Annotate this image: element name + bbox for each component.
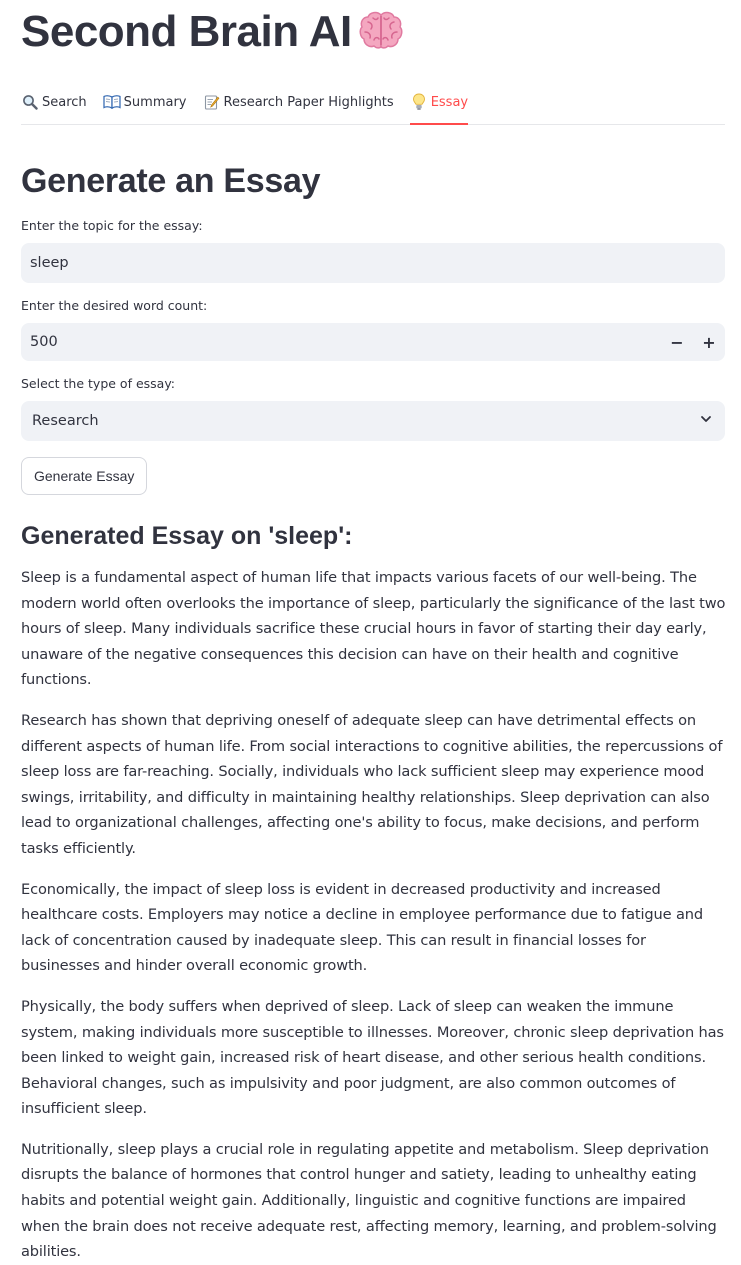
- tab-research-paper-highlights-label: Research Paper Highlights: [223, 94, 394, 110]
- generate-essay-button[interactable]: Generate Essay: [21, 457, 148, 495]
- open-book-icon: [103, 93, 121, 111]
- essay-paragraph: Nutritionally, sleep plays a crucial rol…: [21, 1140, 717, 1261]
- tab-summary-label: Summary: [123, 94, 187, 110]
- essay-paragraph: Sleep is a fundamental aspect of human l…: [21, 569, 726, 689]
- brain-icon: [358, 10, 404, 62]
- essay-heading: Generated Essay on 'sleep':: [21, 522, 353, 550]
- tab-essay[interactable]: Essay: [409, 80, 469, 125]
- magnifier-icon: [21, 93, 39, 111]
- decrement-button[interactable]: −: [661, 323, 693, 361]
- increment-button[interactable]: +: [693, 323, 725, 361]
- essay-type-value: Research: [32, 413, 99, 429]
- topic-input[interactable]: sleep: [21, 243, 725, 283]
- lightbulb-icon: [410, 93, 428, 111]
- word-count-stepper: 500 − +: [21, 323, 725, 361]
- essay-type-label: Select the type of essay:: [21, 376, 176, 391]
- chevron-down-icon: [699, 412, 713, 430]
- word-count-input[interactable]: 500: [21, 334, 661, 350]
- word-count-label: Enter the desired word count:: [21, 298, 208, 313]
- essay-paragraph: Physically, the body suffers when depriv…: [21, 997, 724, 1118]
- tab-summary[interactable]: Summary: [103, 80, 187, 124]
- essay-body: Sleep is a fundamental aspect of human l…: [21, 565, 729, 1265]
- essay-paragraph: Economically, the impact of sleep loss i…: [21, 880, 703, 975]
- essay-paragraph: Research has shown that depriving onesel…: [21, 711, 723, 857]
- essay-type-select[interactable]: Research: [21, 401, 725, 441]
- tab-bar: Search Summary Research Paper Highlights…: [21, 80, 725, 125]
- topic-input-value: sleep: [30, 255, 69, 271]
- tab-research-paper-highlights[interactable]: Research Paper Highlights: [203, 80, 394, 124]
- memo-icon: [203, 93, 221, 111]
- section-title: Generate an Essay: [21, 162, 321, 200]
- tab-search-label: Search: [42, 94, 87, 110]
- app-title-text: Second Brain AI: [21, 7, 352, 56]
- app-title: Second Brain AI: [21, 0, 725, 62]
- tab-essay-label: Essay: [430, 94, 469, 110]
- tab-search[interactable]: Search: [21, 80, 87, 124]
- topic-label: Enter the topic for the essay:: [21, 218, 203, 233]
- app-page: Second Brain AI Search Summary Research …: [0, 0, 741, 1265]
